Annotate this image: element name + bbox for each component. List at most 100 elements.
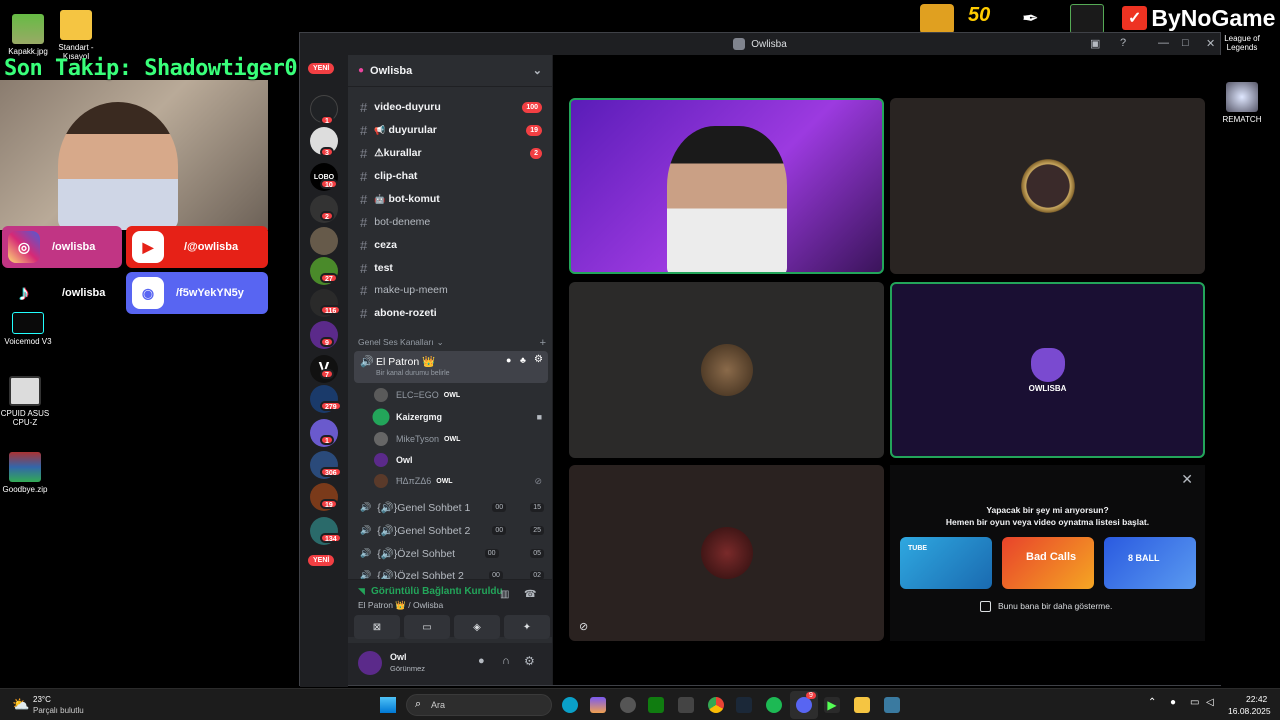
unread-badge: 19 [526,124,542,136]
discord-taskbar-button[interactable]: 9 [790,691,818,719]
channel-abone-rozeti[interactable]: # abone-rozeti [354,303,546,323]
voice-channel-genel-2[interactable]: 🔊 {🔊}Genel Sohbet 2 00 25 [354,520,546,540]
search-box[interactable]: ⌕ Ara [406,694,552,716]
maximize-icon[interactable]: □ [1182,37,1189,49]
server-header[interactable]: ● Owlisba ⌄ [348,55,552,87]
voice-channel-ozel[interactable]: 🔊 {🔊}Özel Sohbet 00 05 [354,543,546,563]
play-icon[interactable]: ▶ [824,697,840,713]
copilot-icon[interactable] [590,697,606,713]
video-tile-miketyson[interactable] [569,282,884,458]
app-icon[interactable] [884,697,900,713]
video-tile-owl[interactable]: OWLISBA [890,282,1205,458]
soundboard-button[interactable]: ✦ [504,615,550,639]
voice-user[interactable]: ELC=EGO OWL [374,385,460,405]
headphones-icon[interactable]: ∩ [502,655,510,667]
app-icon[interactable] [678,697,694,713]
voice-channel-status[interactable]: Bir kanal durumu belirle [376,370,450,377]
dont-show-again-label[interactable]: Bunu bana bir daha gösterme. [998,601,1112,611]
user-avatar[interactable] [358,651,382,675]
inbox-icon[interactable]: ▣ [1090,37,1100,50]
desktop-icon-rematch[interactable]: REMATCH [1214,82,1270,124]
app-icon[interactable] [620,697,636,713]
steam-icon[interactable] [736,697,752,713]
gamepad-icon: ◈ [473,621,481,633]
voice-user[interactable]: ĦΔπΖΔ6 OWL ⊘ [374,471,542,491]
video-tile-wreath[interactable] [890,98,1205,274]
xbox-icon[interactable] [648,697,664,713]
channel-label: bot-komut [388,193,440,205]
help-icon[interactable]: ? [1120,37,1126,49]
chevron-down-icon: ⌄ [436,337,444,347]
connection-status[interactable]: Görüntülü Bağlantı Kuruldu [371,586,503,597]
screen-share-button[interactable]: ▭ [404,615,450,639]
desktop-icon-lol[interactable]: League of Legends [1214,34,1270,52]
mic-tray-icon[interactable]: ● [1170,697,1176,708]
channel-test[interactable]: # test [354,258,546,278]
minimize-icon[interactable]: — [1158,37,1169,49]
gear-icon[interactable]: ⚙ [534,354,543,365]
tray-chevron-icon[interactable]: ⌃ [1148,697,1156,708]
close-icon[interactable]: ✕ [1206,37,1215,50]
close-suggestion-icon[interactable]: ✕ [1181,471,1193,488]
desktop-icon-standart[interactable]: Standart - Kısayol [48,10,104,61]
chrome-icon[interactable] [708,697,724,713]
disconnect-icon[interactable]: ☎ [524,589,536,600]
avatar [374,432,388,446]
channel-clip-chat[interactable]: # clip-chat [354,166,546,186]
soundboard-icon: ✦ [522,621,532,633]
dont-show-again-checkbox[interactable] [980,601,991,612]
user-settings-icon[interactable]: ⚙ [524,654,535,668]
voice-user[interactable]: MikeTyson OWL [374,429,460,449]
activity-card-8-ball[interactable]: 8 BALL [1104,537,1196,589]
voice-channel-el-patron[interactable]: 🔊 El Patron 👑 Bir kanal durumu belirle ●… [354,351,548,383]
voice-user[interactable]: Owl [374,450,413,470]
chat-icon[interactable]: ● [506,355,511,365]
channel-label: make-up-meem [374,284,448,296]
microphone-icon[interactable]: ● [478,655,485,667]
owl-tag: OWL [444,435,461,443]
desktop-top-icon-50[interactable]: 50 [968,4,1002,34]
desktop-icon-voicemod[interactable]: Voicemod V3 [0,312,56,346]
video-tile-kaizergmg[interactable] [569,98,884,274]
video-tile-hamza[interactable]: ⊘ [569,465,884,641]
new-pill-bottom[interactable]: YENİ [308,555,335,566]
start-icon[interactable] [380,697,396,713]
noise-suppression-icon[interactable]: ▥ [500,589,509,600]
clock-time[interactable]: 22:42 [1246,694,1267,704]
streamer-video [666,126,787,272]
camera-off-button[interactable]: ⊠ [354,615,400,639]
desktop-icon-goodbye[interactable]: Goodbye.zip [0,452,53,494]
file-explorer-icon[interactable] [854,697,870,713]
network-icon[interactable]: ▭ [1190,697,1199,708]
mention-badge: 19 [320,499,338,509]
channel-kurallar[interactable]: # ⚠kurallar 2 [354,143,546,163]
volume-icon[interactable]: ◁ [1206,697,1214,708]
activity-card-watch-together[interactable]: TUBE [900,537,992,589]
channel-bot-komut[interactable]: # 🤖 bot-komut [354,189,546,209]
desktop-icon-cpuz[interactable]: CPUID ASUS CPU-Z [0,376,53,427]
voice-user[interactable]: Kaizergmg ■ [374,407,542,427]
edge-icon[interactable] [562,697,578,713]
voice-user-name: Kaizergmg [396,412,443,422]
channel-duyurular[interactable]: # 📢 duyurular 19 [354,120,546,140]
invite-icon[interactable]: ♣ [520,355,526,365]
new-pill[interactable]: YENİ [308,63,335,74]
feather-icon[interactable]: ✒ [1022,6,1050,34]
activity-card-bad-calls[interactable]: Bad Calls [1002,537,1094,589]
category-label: Genel Ses Kanalları [358,337,434,347]
channel-make-up-meem[interactable]: # make-up-meem [354,280,546,300]
activity-button[interactable]: ◈ [454,615,500,639]
bynogame-logo: ✓ ByNoGame [1122,2,1275,34]
channel-video-duyuru[interactable]: # video-duyuru 100 [354,97,546,117]
server-icon[interactable] [310,227,338,255]
channel-bot-deneme[interactable]: # bot-deneme [354,212,546,232]
gta-icon[interactable] [1070,4,1104,34]
spotify-icon[interactable] [766,697,782,713]
desktop-top-icon[interactable] [920,4,954,34]
channel-ceza[interactable]: # ceza [354,235,546,255]
voice-channel-genel-1[interactable]: 🔊 {🔊}Genel Sohbet 1 00 15 [354,497,546,517]
clock-date[interactable]: 16.08.2025 [1228,706,1271,716]
category-voice[interactable]: Genel Ses Kanalları ⌄ + [358,337,546,349]
add-channel-icon[interactable]: + [540,337,546,349]
connection-location[interactable]: El Patron 👑 / Owlisba [358,600,443,611]
